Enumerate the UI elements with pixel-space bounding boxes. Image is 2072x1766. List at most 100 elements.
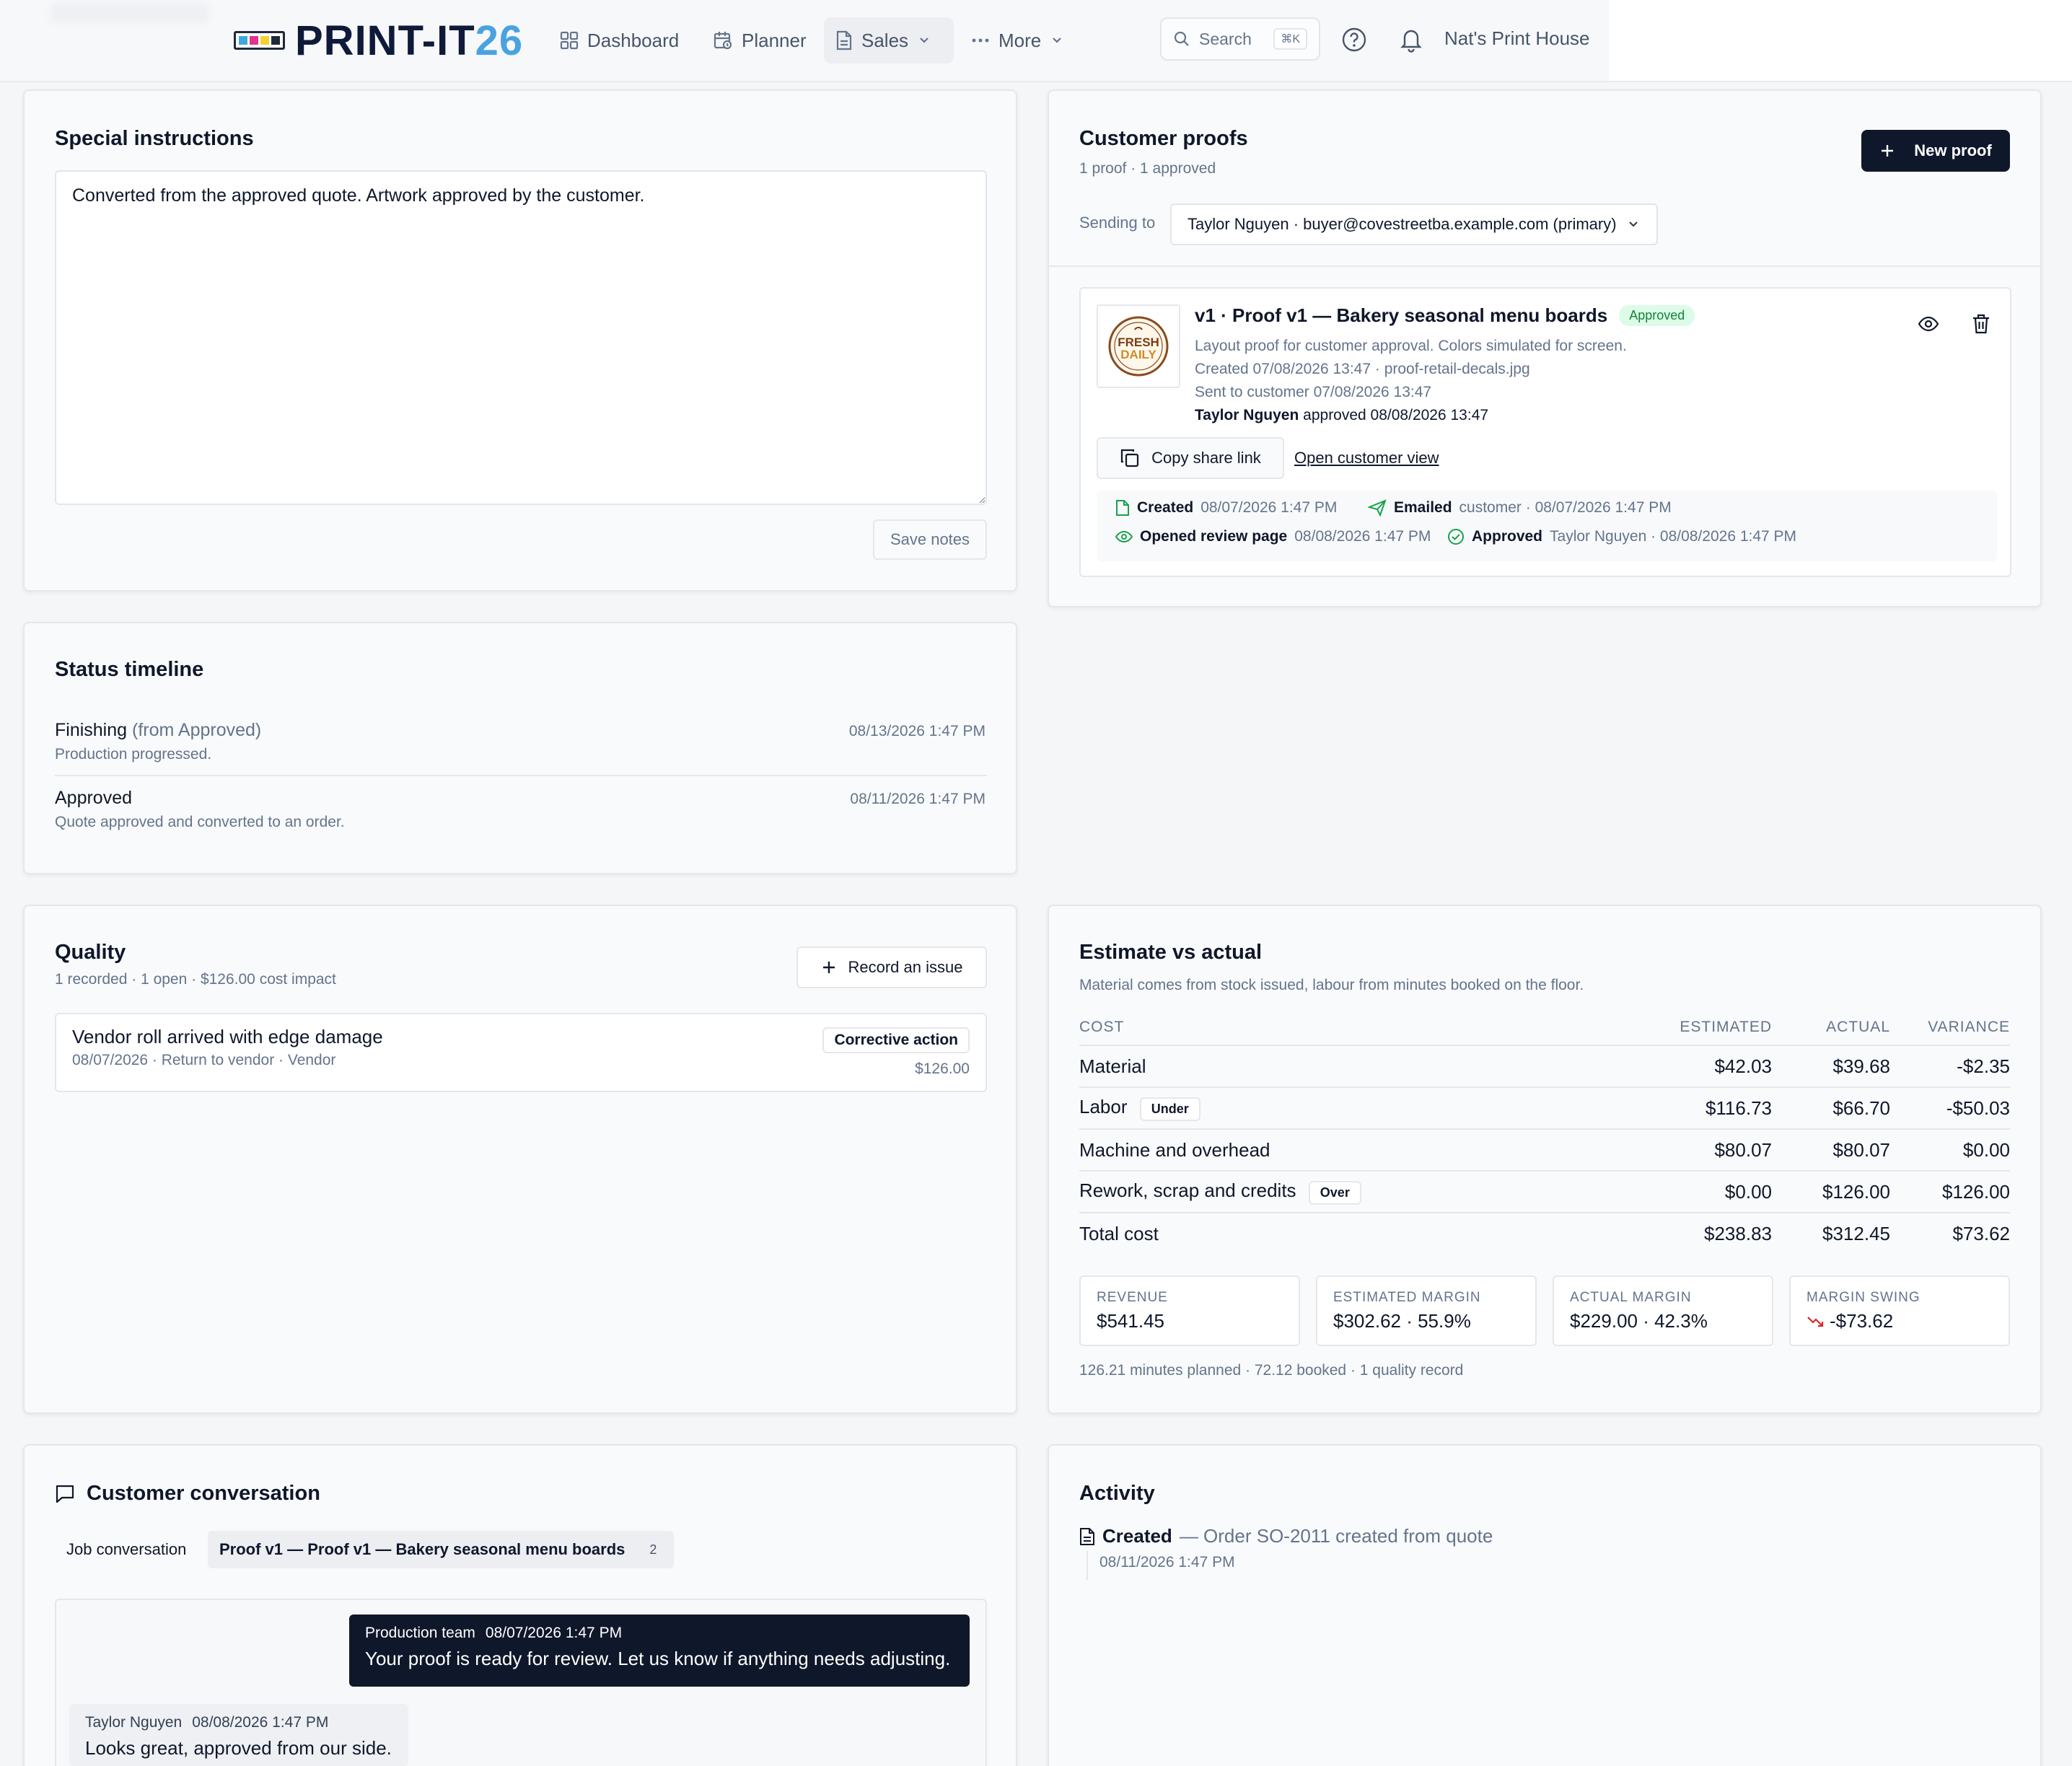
row-label: Material bbox=[1079, 1045, 1628, 1088]
card-title: Special instructions bbox=[55, 127, 254, 150]
event-approved: Approved Taylor Nguyen · 08/08/2026 1:47… bbox=[1447, 528, 1796, 545]
preview-button[interactable] bbox=[1918, 313, 1939, 335]
table-row: Machine and overhead $80.07 $80.07 $0.00 bbox=[1079, 1129, 2010, 1172]
app-logo[interactable]: PRINT-IT26 bbox=[234, 17, 523, 65]
kpi-margin-swing: MARGIN SWING -$73.62 bbox=[1789, 1275, 2010, 1346]
row-label-cell: Labor Under bbox=[1079, 1087, 1628, 1130]
activity-item: Created — Order SO-2011 created from quo… bbox=[1079, 1525, 1493, 1547]
kpi-label: ESTIMATED MARGIN bbox=[1333, 1290, 1481, 1305]
event-created: Created 08/07/2026 1:47 PM bbox=[1115, 499, 1337, 517]
copy-share-link-button[interactable]: Copy share link bbox=[1097, 437, 1284, 479]
row-variance: $73.62 bbox=[1952, 1223, 2010, 1244]
row-actual: $66.70 bbox=[1772, 1087, 1890, 1130]
activity-label: Created bbox=[1102, 1525, 1172, 1547]
card-title: Quality bbox=[55, 941, 126, 964]
search-label: Search bbox=[1199, 29, 1252, 48]
more-icon bbox=[972, 38, 989, 43]
divider bbox=[1049, 265, 2040, 267]
message-author: Taylor Nguyen bbox=[85, 1714, 183, 1731]
column-header: VARIANCE bbox=[1890, 1013, 2010, 1046]
plus-icon bbox=[1882, 145, 1894, 157]
sending-to-select[interactable]: Taylor Nguyen · buyer@covestreetba.examp… bbox=[1170, 203, 1658, 245]
shop-name[interactable]: Nat's Print House bbox=[1444, 27, 1590, 50]
card-title: Activity bbox=[1079, 1482, 1155, 1505]
kpi-value: $229.00 · 42.3% bbox=[1570, 1310, 1708, 1332]
document-icon bbox=[836, 30, 852, 50]
new-proof-label: New proof bbox=[1914, 141, 1992, 159]
proof-created: Created 07/08/2026 13:47 · proof-retail-… bbox=[1195, 361, 1530, 377]
nav-more[interactable]: More bbox=[960, 17, 1076, 63]
issue-badge: Corrective action bbox=[822, 1027, 970, 1053]
chat-icon bbox=[56, 1485, 74, 1503]
column-header: COST bbox=[1079, 1013, 1628, 1046]
copy-share-link-label: Copy share link bbox=[1151, 449, 1261, 467]
event-detail: 08/07/2026 1:47 PM bbox=[1200, 499, 1338, 516]
status-timeline-card: Status timeline Finishing (from Approved… bbox=[23, 622, 1017, 874]
nav-planner[interactable]: Planner bbox=[701, 17, 818, 63]
help-button[interactable] bbox=[1340, 26, 1368, 53]
message-text: Your proof is ready for review. Let us k… bbox=[365, 1648, 951, 1669]
row-estimated: $116.73 bbox=[1628, 1087, 1772, 1130]
kpi-label: MARGIN SWING bbox=[1807, 1290, 1920, 1305]
special-instructions-textarea[interactable]: Converted from the approved quote. Artwo… bbox=[55, 170, 987, 505]
activity-detail: — Order SO-2011 created from quote bbox=[1179, 1525, 1493, 1547]
chevron-down-icon bbox=[1053, 38, 1062, 43]
open-customer-view-link[interactable]: Open customer view bbox=[1294, 449, 1439, 467]
check-circle-icon bbox=[1448, 529, 1464, 545]
proof-approved-by: Taylor Nguyen bbox=[1195, 407, 1299, 423]
row-label-cell: Rework, scrap and credits Over bbox=[1079, 1171, 1628, 1213]
record-issue-label: Record an issue bbox=[848, 958, 963, 976]
card-title: Customer conversation bbox=[87, 1482, 320, 1505]
nav-more-label: More bbox=[998, 29, 1042, 51]
tab-proof-conversation[interactable]: Proof v1 — Proof v1 — Bakery seasonal me… bbox=[208, 1531, 675, 1568]
table-row: Material $42.03 $39.68 -$2.35 bbox=[1079, 1045, 2010, 1088]
message-meta: Taylor Nguyen 08/08/2026 1:47 PM bbox=[85, 1714, 392, 1731]
nav-sales[interactable]: Sales bbox=[824, 17, 954, 63]
delete-proof-button[interactable] bbox=[1971, 313, 1991, 335]
issue-badge-wrap: Corrective action bbox=[822, 1027, 970, 1053]
event-emailed: Emailed customer · 08/07/2026 1:47 PM bbox=[1368, 499, 1672, 517]
customer-proofs-card: Customer proofs 1 proof · 1 approved New… bbox=[1048, 89, 2042, 607]
nav-dashboard[interactable]: Dashboard bbox=[548, 17, 690, 63]
row-actual: $126.00 bbox=[1772, 1171, 1890, 1213]
event-opened: Opened review page 08/08/2026 1:47 PM bbox=[1115, 528, 1431, 545]
logo-mark-icon bbox=[234, 31, 285, 50]
new-proof-button[interactable]: New proof bbox=[1861, 130, 2010, 172]
row-estimated: $238.83 bbox=[1704, 1223, 1772, 1244]
plus-icon bbox=[822, 962, 835, 973]
tab-job-conversation[interactable]: Job conversation bbox=[55, 1531, 198, 1568]
message-time: 08/07/2026 1:47 PM bbox=[485, 1625, 623, 1641]
row-variance: -$2.35 bbox=[1890, 1045, 2010, 1088]
calendar-icon bbox=[714, 32, 732, 50]
row-label: Labor bbox=[1079, 1095, 1128, 1117]
message-text: Looks great, approved from our side. bbox=[85, 1737, 392, 1759]
proof-title: v1 · Proof v1 — Bakery seasonal menu boa… bbox=[1195, 304, 1608, 326]
table-header: COST ESTIMATED ACTUAL VARIANCE bbox=[1079, 1013, 2010, 1046]
save-notes-label: Save notes bbox=[890, 530, 970, 548]
document-icon bbox=[1080, 1527, 1094, 1545]
row-estimated: $0.00 bbox=[1628, 1171, 1772, 1213]
nav-sales-label: Sales bbox=[861, 29, 909, 51]
notifications-button[interactable] bbox=[1398, 26, 1424, 53]
row-actual: $80.07 bbox=[1772, 1129, 1890, 1172]
fresh-daily-logo-icon: FRESH DAILY bbox=[1108, 316, 1169, 377]
logo-word: PRINT-IT bbox=[295, 17, 475, 64]
grid-icon bbox=[560, 31, 579, 50]
nav-planner-label: Planner bbox=[742, 29, 807, 51]
row-variance: $0.00 bbox=[1890, 1129, 2010, 1172]
search-button[interactable]: Search ⌘K bbox=[1160, 17, 1320, 61]
quality-issue[interactable]: Vendor roll arrived with edge damage 08/… bbox=[55, 1013, 987, 1092]
save-notes-button[interactable]: Save notes bbox=[873, 519, 987, 560]
issue-amount: $126.00 bbox=[915, 1060, 970, 1077]
table-row: Rework, scrap and credits Over $0.00 $12… bbox=[1079, 1171, 2010, 1213]
proof-thumbnail[interactable]: FRESH DAILY bbox=[1097, 304, 1180, 388]
logo-text: PRINT-IT26 bbox=[295, 17, 523, 65]
special-instructions-card: Special instructions Converted from the … bbox=[23, 89, 1017, 592]
column-header: ACTUAL bbox=[1772, 1013, 1890, 1046]
proof-description: Layout proof for customer approval. Colo… bbox=[1195, 338, 1627, 354]
timeline-time: 08/13/2026 1:47 PM bbox=[848, 723, 985, 739]
record-issue-button[interactable]: Record an issue bbox=[796, 946, 987, 988]
event-label: Emailed bbox=[1394, 499, 1452, 516]
row-estimated: $80.07 bbox=[1628, 1129, 1772, 1172]
row-label: Total cost bbox=[1079, 1223, 1159, 1244]
